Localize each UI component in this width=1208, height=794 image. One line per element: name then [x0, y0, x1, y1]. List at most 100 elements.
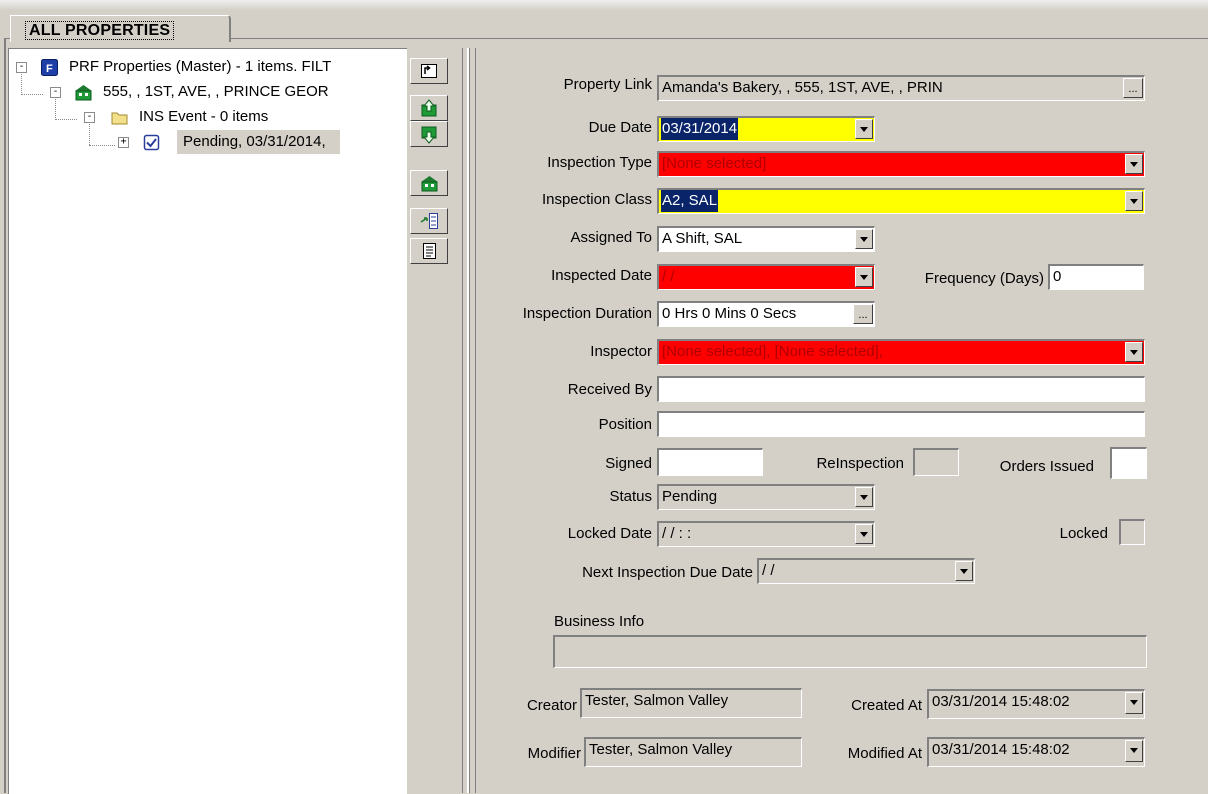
creator-value: Tester, Salmon Valley — [585, 692, 729, 709]
inspection-class-dropdown-button[interactable] — [1125, 191, 1143, 211]
property-link-value: Amanda's Bakery, , 555, 1ST, AVE, , PRIN — [662, 79, 943, 96]
assign-list-icon — [420, 213, 438, 229]
property-link-field[interactable]: Amanda's Bakery, , 555, 1ST, AVE, , PRIN… — [657, 75, 1145, 101]
up-folder-icon — [421, 64, 437, 78]
collapse-icon[interactable]: - — [50, 87, 61, 98]
report-button[interactable] — [410, 238, 448, 264]
inspected-date-value: / / — [662, 268, 675, 285]
tree-node-label: 555, , 1ST, AVE, , PRINCE GEOR — [103, 83, 329, 100]
business-info-field[interactable] — [553, 635, 1147, 668]
signed-input[interactable] — [657, 448, 763, 476]
locked-date-value: / / : : — [662, 525, 692, 542]
orders-issued-checkbox[interactable] — [1110, 447, 1147, 479]
received-by-label: Received By — [567, 381, 652, 398]
inspection-duration-value: 0 Hrs 0 Mins 0 Secs — [662, 305, 797, 322]
inspector-label: Inspector — [590, 343, 652, 360]
inspection-duration-browse-button[interactable]: ... — [853, 304, 873, 324]
frequency-value: 0 — [1053, 268, 1062, 285]
business-info-label: Business Info — [554, 613, 645, 630]
due-date-label: Due Date — [588, 119, 652, 136]
due-date-field[interactable]: 03/31/2014 — [657, 116, 875, 142]
inspection-class-select[interactable]: A2, SAL — [657, 188, 1145, 214]
move-up-button[interactable] — [410, 95, 448, 121]
assigned-to-label: Assigned To — [570, 229, 652, 246]
modified-at-field[interactable]: 03/31/2014 15:48:02 — [927, 737, 1145, 767]
modified-at-dropdown-button[interactable] — [1125, 740, 1143, 762]
signed-label: Signed — [605, 455, 652, 472]
tree-node-label: INS Event - 0 items — [139, 108, 269, 125]
created-at-label: Created At — [851, 697, 922, 714]
tree-node-label: PRF Properties (Master) - 1 items. FILT — [69, 58, 332, 75]
inspection-duration-field[interactable]: 0 Hrs 0 Mins 0 Secs ... — [657, 301, 875, 327]
panel-splitter[interactable] — [462, 48, 476, 793]
tab-all-properties[interactable]: ALL PROPERTIES — [10, 15, 231, 42]
inspection-type-select[interactable]: [None selected] — [657, 151, 1145, 177]
status-dropdown-button[interactable] — [855, 487, 873, 507]
tree-node-ins-event[interactable]: - INS Event - 0 items — [9, 105, 407, 129]
tab-label: ALL PROPERTIES — [25, 21, 175, 40]
frequency-label: Frequency (Days) — [924, 270, 1044, 287]
orders-issued-label: Orders Issued — [999, 458, 1094, 475]
inspector-dropdown-button[interactable] — [1125, 342, 1143, 362]
modifier-value: Tester, Salmon Valley — [589, 741, 733, 758]
inspector-select[interactable]: [None selected], [None selected], — [657, 339, 1145, 365]
assigned-to-dropdown-button[interactable] — [855, 229, 873, 249]
reinspection-checkbox[interactable] — [913, 448, 959, 476]
tree-node-properties-master[interactable]: - F PRF Properties (Master) - 1 items. F… — [9, 55, 407, 79]
creator-field[interactable]: Tester, Salmon Valley — [580, 688, 802, 718]
position-input[interactable] — [657, 411, 1145, 437]
status-select[interactable]: Pending — [657, 484, 875, 510]
inspection-duration-label: Inspection Duration — [522, 305, 652, 322]
locked-date-field[interactable]: / / : : — [657, 521, 875, 547]
report-icon — [423, 243, 436, 259]
up-folder-button[interactable] — [410, 58, 448, 84]
tree-node-label: Pending, 03/31/2014, — [177, 130, 340, 154]
inspection-class-label: Inspection Class — [541, 191, 652, 208]
next-inspection-due-date-dropdown-button[interactable] — [955, 561, 973, 581]
property-tree[interactable]: - F PRF Properties (Master) - 1 items. F… — [8, 48, 407, 794]
assign-list-button[interactable] — [410, 208, 448, 234]
tree-node-property[interactable]: - 555, , 1ST, AVE, , PRINCE GEOR — [9, 80, 407, 104]
inspection-window: ALL PROPERTIES - F PRF Properties (Maste… — [0, 0, 1208, 794]
tree-node-pending-inspection[interactable]: + Pending, 03/31/2014, — [9, 130, 407, 154]
move-down-button[interactable] — [410, 121, 448, 147]
status-value: Pending — [662, 488, 718, 505]
expand-icon[interactable]: + — [118, 137, 129, 148]
inspection-type-dropdown-button[interactable] — [1125, 154, 1143, 174]
modified-at-value: 03/31/2014 15:48:02 — [932, 741, 1070, 758]
created-at-dropdown-button[interactable] — [1125, 692, 1143, 714]
inspection-check-icon — [143, 134, 160, 151]
locked-date-label: Locked Date — [567, 525, 652, 542]
inspected-date-dropdown-button[interactable] — [855, 267, 873, 287]
assigned-to-value: A Shift, SAL — [662, 230, 743, 247]
reinspection-label: ReInspection — [816, 455, 904, 472]
received-by-input[interactable] — [657, 376, 1145, 402]
next-inspection-due-date-label: Next Inspection Due Date — [582, 564, 753, 581]
locked-label: Locked — [1059, 525, 1108, 542]
assigned-to-select[interactable]: A Shift, SAL — [657, 226, 875, 252]
modifier-field[interactable]: Tester, Salmon Valley — [584, 737, 802, 767]
collapse-icon[interactable]: - — [84, 112, 95, 123]
position-label: Position — [598, 416, 652, 433]
window-top-edge — [0, 0, 1208, 10]
properties-master-icon: F — [41, 59, 58, 76]
property-link-browse-button[interactable]: ... — [1123, 78, 1143, 98]
frame-left-border — [4, 38, 6, 793]
collapse-icon[interactable]: - — [16, 62, 27, 73]
status-label: Status — [609, 488, 652, 505]
folder-icon — [111, 112, 128, 125]
inspected-date-field[interactable]: / / — [657, 264, 875, 290]
inspected-date-label: Inspected Date — [551, 267, 652, 284]
property-button[interactable] — [410, 170, 448, 196]
frequency-input[interactable]: 0 — [1048, 264, 1144, 290]
property-building-icon — [75, 85, 92, 101]
next-inspection-due-date-field[interactable]: / / — [757, 558, 975, 584]
locked-checkbox[interactable] — [1119, 519, 1145, 545]
vertical-toolbar — [410, 58, 450, 284]
created-at-field[interactable]: 03/31/2014 15:48:02 — [927, 689, 1145, 719]
inspection-class-value: A2, SAL — [661, 190, 719, 212]
due-date-dropdown-button[interactable] — [855, 119, 873, 139]
locked-date-dropdown-button[interactable] — [855, 524, 873, 544]
move-down-icon — [421, 126, 437, 144]
modified-at-label: Modified At — [847, 745, 922, 762]
